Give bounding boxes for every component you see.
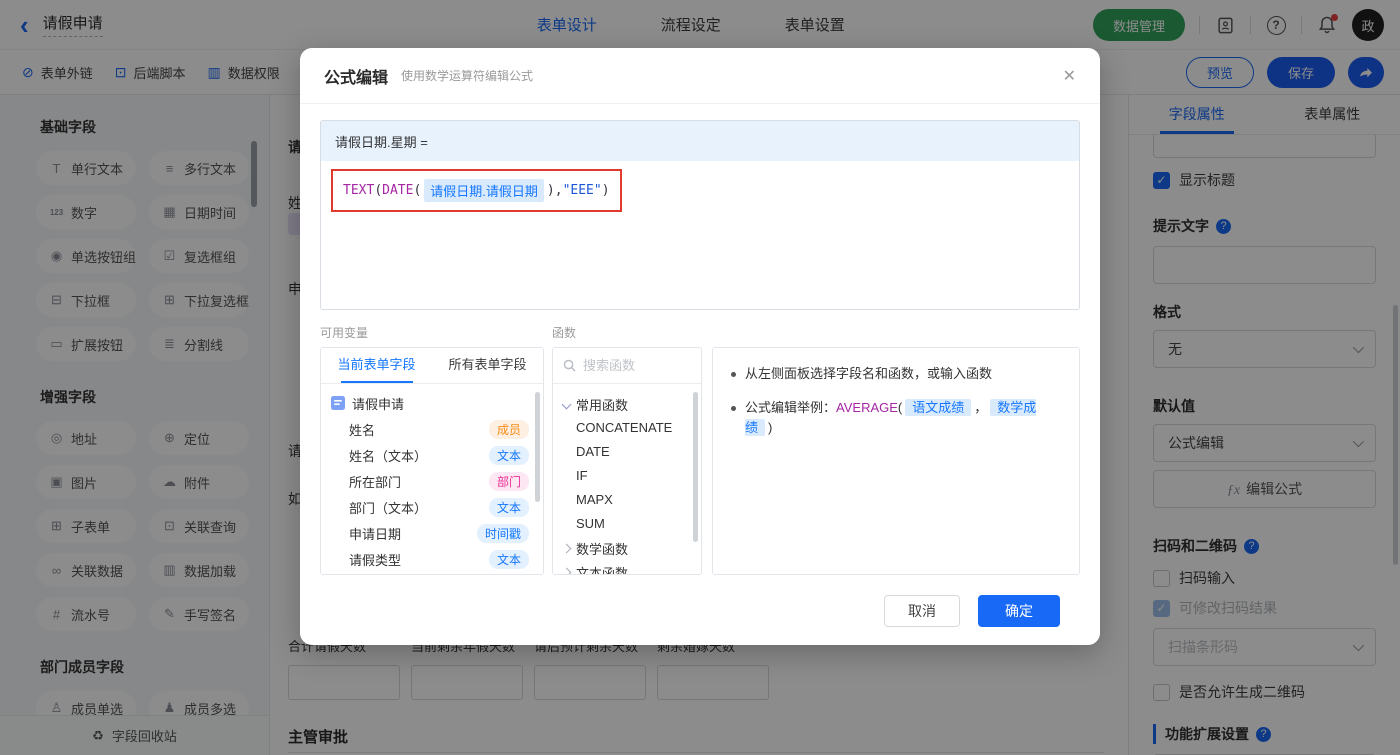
- hint-line-2: 公式编辑举例：AVERAGE(语文成绩，数学成绩): [731, 398, 1061, 438]
- tab-current-form-fields[interactable]: 当前表单字段: [321, 348, 432, 383]
- group-math-functions[interactable]: 数学函数: [561, 536, 701, 560]
- formula-target: 请假日期.星期 =: [321, 121, 1079, 161]
- formula-edit-dialog: 公式编辑 使用数学运算符编辑公式 ✕ 请假日期.星期 = TEXT(DATE(请…: [300, 48, 1100, 645]
- function-item[interactable]: DATE: [563, 440, 701, 464]
- function-token: TEXT: [343, 183, 375, 198]
- panels-row: 当前表单字段 所有表单字段 请假申请 姓名 成员 姓名（文本） 文本 所在部门 …: [320, 347, 1080, 575]
- function-item[interactable]: MAPX: [563, 488, 701, 512]
- functions-label: 函数: [552, 326, 577, 340]
- dialog-title: 公式编辑: [324, 69, 389, 87]
- variables-scrollbar[interactable]: [535, 392, 540, 502]
- function-search: [553, 348, 701, 384]
- type-badge-text: 文本: [488, 445, 529, 465]
- formula-highlight-box: TEXT(DATE(请假日期.请假日期), "EEE"): [331, 169, 622, 212]
- document-icon: [331, 396, 345, 410]
- bullet-icon: [731, 372, 736, 377]
- variable-item[interactable]: 姓名 成员: [331, 416, 535, 442]
- variable-item[interactable]: 姓名（文本） 文本: [331, 442, 535, 468]
- functions-scrollbar[interactable]: [693, 392, 698, 542]
- dialog-header: 公式编辑 使用数学运算符编辑公式 ✕: [300, 48, 1100, 104]
- group-common-functions[interactable]: 常用函数: [561, 392, 701, 416]
- tree-root-form[interactable]: 请假申请: [331, 390, 535, 416]
- function-search-input[interactable]: [583, 358, 683, 373]
- dialog-body: 请假日期.星期 = TEXT(DATE(请假日期.请假日期), "EEE") 可用…: [300, 104, 1100, 627]
- functions-tree: 常用函数 CONCATENATE DATE IF MAPX SUM 数学函数 文…: [553, 384, 701, 574]
- tab-all-form-fields[interactable]: 所有表单字段: [432, 348, 543, 383]
- group-text-functions[interactable]: 文本函数: [561, 560, 701, 574]
- hint-panel: 从左侧面板选择字段名和函数，或输入函数 公式编辑举例：AVERAGE(语文成绩，…: [712, 347, 1080, 575]
- chevron-down-icon: [561, 399, 572, 409]
- formula-input-area[interactable]: TEXT(DATE(请假日期.请假日期), "EEE"): [321, 161, 1079, 220]
- field-token[interactable]: 请假日期.请假日期: [424, 179, 544, 202]
- function-item[interactable]: CONCATENATE: [563, 416, 701, 440]
- bullet-icon: [731, 406, 736, 411]
- search-icon: [563, 359, 576, 372]
- variables-label: 可用变量: [320, 326, 369, 340]
- type-badge-text: 文本: [488, 549, 529, 569]
- chevron-right-icon: [561, 543, 572, 553]
- function-item[interactable]: IF: [563, 464, 701, 488]
- chevron-right-icon: [561, 567, 572, 574]
- variables-panel: 当前表单字段 所有表单字段 请假申请 姓名 成员 姓名（文本） 文本 所在部门 …: [320, 347, 544, 575]
- variable-item[interactable]: 请假类型 文本: [331, 546, 535, 572]
- cancel-button[interactable]: 取消: [884, 595, 960, 627]
- variable-item[interactable]: 申请日期 时间戳: [331, 520, 535, 546]
- dialog-footer: 取消 确定: [320, 575, 1080, 627]
- function-token: DATE: [382, 183, 414, 198]
- panel-labels: 可用变量 函数: [320, 324, 1080, 341]
- type-badge-text: 文本: [488, 497, 529, 517]
- type-badge-timestamp: 时间戳: [476, 523, 529, 543]
- hint-line-1: 从左侧面板选择字段名和函数，或输入函数: [731, 364, 1061, 384]
- variable-item[interactable]: 部门（文本） 文本: [331, 494, 535, 520]
- field-token: 语文成绩: [905, 399, 972, 416]
- close-icon[interactable]: ✕: [1063, 66, 1076, 86]
- function-token: AVERAGE: [836, 400, 898, 415]
- string-token: "EEE": [562, 183, 602, 198]
- formula-editor: 请假日期.星期 = TEXT(DATE(请假日期.请假日期), "EEE"): [320, 120, 1080, 310]
- type-badge-dept: 部门: [488, 471, 529, 491]
- variables-tree: 请假申请 姓名 成员 姓名（文本） 文本 所在部门 部门 部门（文本） 文本 申…: [321, 384, 543, 572]
- functions-panel: 常用函数 CONCATENATE DATE IF MAPX SUM 数学函数 文…: [552, 347, 702, 575]
- dialog-subtitle: 使用数学运算符编辑公式: [401, 69, 534, 83]
- variables-tabs: 当前表单字段 所有表单字段: [321, 348, 543, 384]
- confirm-button[interactable]: 确定: [978, 595, 1060, 627]
- variable-item[interactable]: 所在部门 部门: [331, 468, 535, 494]
- type-badge-member: 成员: [488, 419, 529, 439]
- function-item[interactable]: SUM: [563, 512, 701, 536]
